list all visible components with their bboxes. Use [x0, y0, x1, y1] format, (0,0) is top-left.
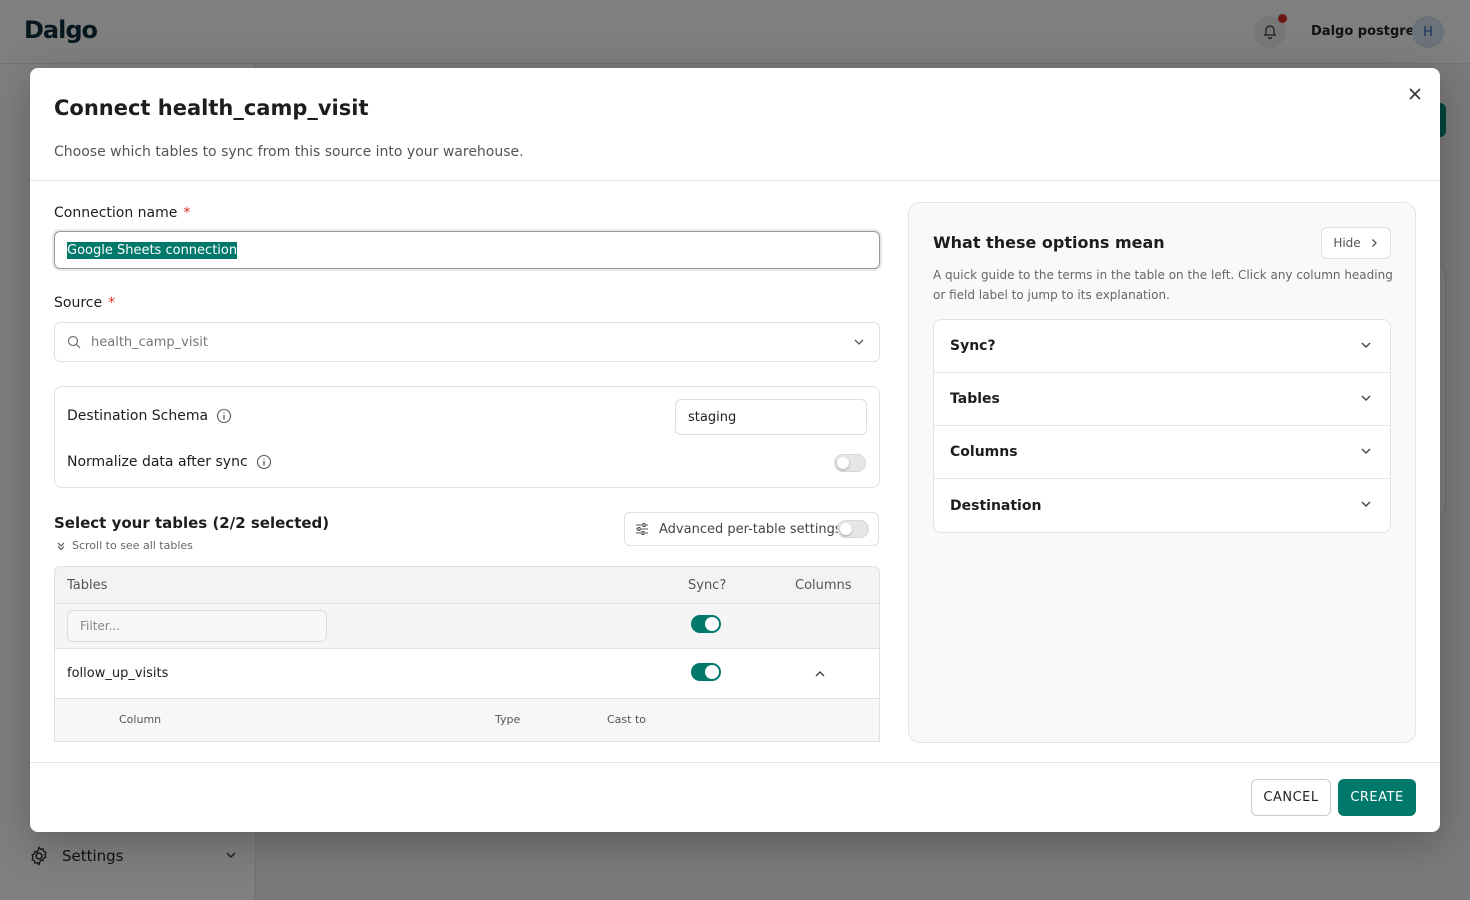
chevron-up-icon[interactable] — [813, 667, 827, 681]
hide-label: Hide — [1333, 236, 1361, 250]
dialog-title: Connect health_camp_visit — [54, 96, 369, 120]
sync-all-toggle[interactable] — [691, 615, 721, 633]
accordion-item-sync[interactable]: Sync? — [934, 320, 1390, 373]
info-icon[interactable] — [216, 408, 232, 424]
hide-button[interactable]: Hide — [1321, 227, 1391, 259]
sub-header-column: Column — [119, 713, 162, 726]
connection-name-input[interactable]: Google Sheets connection — [54, 231, 880, 269]
chevron-down-icon — [1361, 501, 1371, 507]
footer-divider — [30, 762, 1440, 763]
source-select[interactable]: health_camp_visit — [54, 322, 880, 362]
source-value: health_camp_visit — [91, 334, 208, 350]
guide-description: A quick guide to the terms in the table … — [933, 268, 1393, 302]
normalize-toggle[interactable] — [834, 454, 866, 472]
header-sync[interactable]: Sync? — [688, 578, 726, 593]
chevron-down-icon — [1361, 342, 1371, 348]
filter-row: Filter... — [55, 604, 879, 649]
accordion-item-destination[interactable]: Destination — [934, 479, 1390, 532]
sub-header-cast-to: Cast to — [607, 713, 647, 726]
table-sync-toggle[interactable] — [691, 663, 721, 681]
advanced-settings-toggle[interactable] — [837, 520, 869, 538]
sub-header-type: Type — [495, 713, 521, 726]
connect-dialog: Connect health_camp_visit Choose which t… — [30, 68, 1440, 832]
chevron-down-icon — [1361, 395, 1371, 401]
header-tables[interactable]: Tables — [67, 578, 107, 593]
info-icon[interactable] — [256, 454, 272, 470]
guide-title: What these options mean — [933, 233, 1165, 252]
chevron-down-icon[interactable] — [853, 336, 865, 348]
filter-input[interactable]: Filter... — [67, 610, 327, 642]
accordion-label: Tables — [950, 391, 1000, 407]
required-mark: * — [183, 205, 191, 221]
sliders-icon — [636, 523, 648, 535]
advanced-settings-box[interactable]: Advanced per-table settings — [624, 512, 879, 546]
tables-table: Tables Sync? Columns Filter... follow_up… — [54, 566, 880, 742]
scroll-hint-text: Scroll to see all tables — [72, 539, 193, 552]
connection-name-value: Google Sheets connection — [67, 241, 238, 259]
options-guide-panel: What these options mean Hide A quick gui… — [908, 202, 1416, 743]
accordion-item-columns[interactable]: Columns — [934, 426, 1390, 479]
header-divider — [30, 180, 1440, 181]
close-icon[interactable] — [1403, 82, 1427, 106]
accordion-label: Destination — [950, 497, 1042, 514]
search-icon — [67, 335, 81, 349]
connection-name-label: Connection name * — [54, 205, 191, 221]
guide-accordion: Sync? Tables Columns Destination — [933, 319, 1391, 533]
normalize-label: Normalize data after sync — [67, 454, 248, 470]
cancel-button[interactable]: CANCEL — [1251, 779, 1331, 816]
destination-schema-row: Destination Schema — [67, 408, 232, 424]
select-tables-title: Select your tables (2/2 selected) — [54, 514, 330, 532]
dialog-subtitle: Choose which tables to sync from this so… — [54, 144, 524, 160]
advanced-settings-label: Advanced per-table settings — [659, 521, 842, 537]
table-row: follow_up_visits — [55, 649, 879, 699]
destination-schema-label: Destination Schema — [67, 408, 209, 424]
required-mark: * — [108, 295, 116, 311]
normalize-row: Normalize data after sync — [67, 454, 272, 470]
double-chevron-down-icon — [57, 542, 65, 550]
accordion-label: Columns — [950, 444, 1018, 460]
chevron-right-icon — [1371, 239, 1377, 247]
columns-sub-header: Column Type Cast to — [55, 699, 879, 741]
accordion-item-tables[interactable]: Tables — [934, 373, 1390, 426]
accordion-label: Sync? — [950, 338, 996, 354]
destination-card: Destination Schema staging Normalize dat… — [54, 386, 880, 488]
table-header: Tables Sync? Columns — [55, 567, 879, 604]
destination-schema-input[interactable]: staging — [675, 399, 867, 435]
header-columns[interactable]: Columns — [795, 578, 852, 593]
create-button[interactable]: CREATE — [1338, 779, 1416, 816]
table-name: follow_up_visits — [67, 666, 169, 681]
source-label: Source * — [54, 295, 116, 311]
scroll-hint: Scroll to see all tables — [56, 539, 193, 552]
chevron-down-icon — [1361, 448, 1371, 454]
